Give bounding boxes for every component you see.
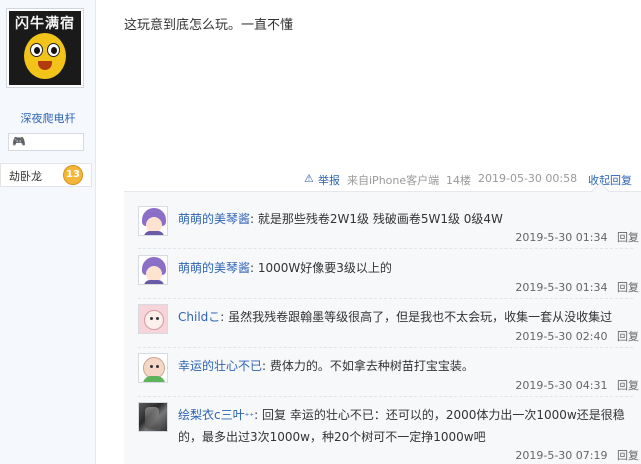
- green-cartoon-avatar[interactable]: [138, 353, 168, 383]
- divider: [138, 347, 633, 348]
- reply-text: 虽然我残卷跟翰墨等级很高了，但是我也不太会玩，收集一套从没收集过: [228, 310, 613, 324]
- reply-user-link[interactable]: 萌萌的美琴酱: [178, 261, 250, 275]
- reply-user-link[interactable]: 萌萌的美琴酱: [178, 212, 250, 226]
- reply-text-line: 萌萌的美琴酱: 就是那些残卷2W1级 残破画卷5W1级 0级4W: [178, 212, 503, 226]
- level-badge: 13: [63, 165, 83, 185]
- photo-avatar[interactable]: [138, 402, 168, 432]
- reply-text: 就是那些残卷2W1级 残破画卷5W1级 0级4W: [257, 212, 503, 226]
- reply-time: 2019-5-30 01:34: [515, 281, 608, 294]
- divider: [138, 396, 633, 397]
- reply-text-line: 萌萌的美琴酱: 1000W好像要3级以上的: [178, 261, 392, 275]
- post-content: 这玩意到底怎么玩。一直不懂: [124, 18, 294, 33]
- reply-time: 2019-5-30 01:34: [515, 231, 608, 244]
- report-link[interactable]: 举报: [318, 172, 340, 188]
- reply-button[interactable]: 回复: [617, 330, 639, 343]
- reply-button[interactable]: 回复: [617, 449, 639, 462]
- reply-meta: 2019-5-30 01:34 回复: [515, 229, 639, 245]
- user-suffix: ⁺⁺: [244, 412, 255, 422]
- collapse-reply-button[interactable]: 收起回复: [588, 172, 632, 188]
- reply-text: 1000W好像要3级以上的: [257, 261, 392, 275]
- reply-button[interactable]: 回复: [617, 231, 639, 244]
- avatar-caption: 闪牛满宿: [15, 16, 75, 32]
- warning-icon: ⚠: [304, 172, 314, 185]
- purple-hair-avatar[interactable]: [138, 255, 168, 285]
- reply-prefix: 回复: [261, 408, 286, 422]
- reply-meta: 2019-5-30 07:19 回复: [515, 447, 639, 463]
- reply-text-line: 绘梨衣c三叶⁺⁺: 回复 幸运的壮心不已：还可以的，2000体力出一次1000w…: [178, 408, 625, 444]
- game-controller-icon: 🎮: [12, 135, 26, 148]
- client-source: 来自iPhone客户端: [347, 174, 440, 187]
- reply-text: 费体力的。不如拿去种树苗打宝宝装。: [269, 359, 474, 373]
- reply-list: 萌萌的美琴酱: 就是那些残卷2W1级 残破画卷5W1级 0级4W 2019-5-…: [124, 191, 641, 464]
- author-avatar-image: 闪牛满宿: [9, 11, 81, 85]
- reply-time: 2019-5-30 04:31: [515, 379, 608, 392]
- reply-text-line: Childこ: 虽然我残卷跟翰墨等级很高了，但是我也不太会玩，收集一套从没收集过: [178, 310, 613, 324]
- author-sidebar: 闪牛满宿 深夜爬电杆 🎮 劫卧龙 13: [0, 0, 96, 464]
- pink-cartoon-avatar[interactable]: [138, 304, 168, 334]
- reply-button[interactable]: 回复: [617, 281, 639, 294]
- reply-user-link[interactable]: 幸运的壮心不已: [178, 359, 262, 373]
- reply-meta: 2019-5-30 02:40 回复: [515, 328, 639, 344]
- post-time: 2019-05-30 00:58: [478, 172, 578, 185]
- level-row[interactable]: 劫卧龙 13: [0, 163, 92, 187]
- reply-meta: 2019-5-30 01:34 回复: [515, 279, 639, 295]
- divider: [138, 248, 633, 249]
- reply-target: 幸运的壮心不已: [289, 408, 374, 422]
- author-name-link[interactable]: 深夜爬电杆: [0, 110, 96, 126]
- author-avatar[interactable]: 闪牛满宿: [6, 8, 84, 88]
- floor-number: 14楼: [446, 174, 471, 187]
- divider: [138, 298, 633, 299]
- reply-button[interactable]: 回复: [617, 379, 639, 392]
- reply-time: 2019-5-30 07:19: [515, 449, 608, 462]
- reply-time: 2019-5-30 02:40: [515, 330, 608, 343]
- reply-user-link[interactable]: Childこ: [178, 310, 220, 324]
- game-badge[interactable]: 🎮: [8, 133, 84, 151]
- reply-meta: 2019-5-30 04:31 回复: [515, 377, 639, 393]
- reply-text-line: 幸运的壮心不已: 费体力的。不如拿去种树苗打宝宝装。: [178, 359, 474, 373]
- duck-face-icon: [24, 33, 66, 79]
- purple-hair-avatar[interactable]: [138, 206, 168, 236]
- reply-user-link[interactable]: 绘梨衣c三叶: [178, 408, 245, 422]
- level-title: 劫卧龙: [9, 170, 42, 183]
